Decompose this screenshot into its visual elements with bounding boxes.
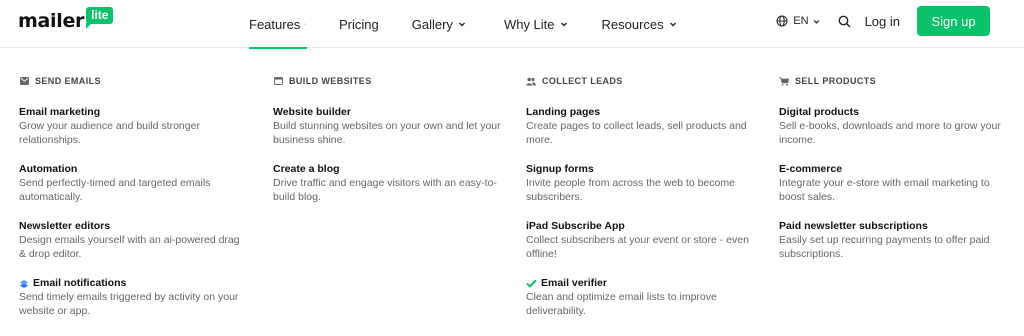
- mailerlite-logo[interactable]: mailer lite: [18, 7, 114, 34]
- browser-icon: [273, 76, 283, 86]
- menu-item-title: Email marketing: [19, 106, 101, 118]
- menu-item-desc: Clean and optimize email lists to improv…: [526, 291, 717, 317]
- menu-item-title: Digital products: [779, 106, 859, 118]
- menu-item-landing-pages[interactable]: Landing pages Create pages to collect le…: [526, 106, 756, 147]
- chevron-down-icon: [669, 22, 676, 27]
- menu-item-desc: Design emails yourself with an ai-powere…: [19, 234, 240, 260]
- language-selector[interactable]: EN: [776, 15, 825, 27]
- menu-item-signup-forms[interactable]: Signup forms Invite people from across t…: [526, 163, 756, 204]
- cart-icon: [779, 76, 789, 86]
- nav-pricing[interactable]: Pricing: [339, 0, 379, 48]
- menu-item-title: Newsletter editors: [19, 220, 111, 232]
- menu-item-title-row: Email verifier: [526, 277, 756, 290]
- menu-item-ipad-subscribe-app[interactable]: iPad Subscribe App Collect subscribers a…: [526, 220, 756, 261]
- menu-item-desc: Drive traffic and engage visitors with a…: [273, 177, 497, 203]
- logo-badge: lite: [86, 7, 114, 29]
- menu-item-automation[interactable]: Automation Send perfectly-timed and targ…: [19, 163, 249, 204]
- nav-gallery-label: Gallery: [411, 16, 453, 32]
- menu-item-title: Email notifications: [33, 277, 127, 289]
- globe-icon: [776, 15, 788, 27]
- menu-item-title: Paid newsletter subscriptions: [779, 220, 928, 232]
- menu-item-email-notifications[interactable]: Email notifications Send timely emails t…: [19, 277, 249, 318]
- column-heading: SELL PRODUCTS: [779, 76, 1009, 86]
- chevron-down-icon: [813, 19, 819, 24]
- menu-item-desc: Send timely emails triggered by activity…: [19, 291, 239, 317]
- layers-icon: [19, 279, 29, 289]
- column-sell-products: SELL PRODUCTS Digital products Sell e-bo…: [779, 76, 1009, 277]
- menu-item-title: Email verifier: [541, 277, 607, 289]
- menu-item-desc: Grow your audience and build stronger re…: [19, 120, 200, 146]
- header: mailer lite Features Pricing Gallery Why…: [0, 0, 1024, 49]
- envelope-icon: [19, 76, 29, 86]
- column-heading: SEND EMAILS: [19, 76, 249, 86]
- menu-item-title: Landing pages: [526, 106, 601, 118]
- logo-text: mailer: [18, 10, 85, 32]
- menu-item-desc: Easily set up recurring payments to offe…: [779, 234, 990, 260]
- menu-item-website-builder[interactable]: Website builder Build stunning websites …: [273, 106, 503, 147]
- column-heading-label: BUILD WEBSITES: [289, 76, 372, 86]
- menu-item-desc: Send perfectly-timed and targeted emails…: [19, 177, 211, 203]
- menu-item-digital-products[interactable]: Digital products Sell e-books, downloads…: [779, 106, 1009, 147]
- nav-resources-label: Resources: [601, 16, 664, 32]
- column-collect-leads: COLLECT LEADS Landing pages Create pages…: [526, 76, 756, 334]
- features-dropdown: SEND EMAILS Email marketing Grow your au…: [0, 48, 1024, 336]
- column-heading: BUILD WEBSITES: [273, 76, 503, 86]
- menu-item-email-verifier[interactable]: Email verifier Clean and optimize email …: [526, 277, 756, 318]
- nav-features[interactable]: Features: [249, 0, 307, 49]
- nav-gallery[interactable]: Gallery: [412, 0, 467, 48]
- language-label: EN: [793, 15, 809, 27]
- menu-item-title: E-commerce: [779, 163, 843, 175]
- menu-item-newsletter-editors[interactable]: Newsletter editors Design emails yoursel…: [19, 220, 249, 261]
- nav-resources[interactable]: Resources: [602, 0, 678, 48]
- menu-item-desc: Collect subscribers at your event or sto…: [526, 234, 749, 260]
- signup-button[interactable]: Sign up: [917, 6, 990, 36]
- chevron-down-icon: [458, 22, 465, 27]
- search-icon: [838, 15, 851, 28]
- menu-item-title-row: Email notifications: [19, 277, 249, 290]
- column-build-websites: BUILD WEBSITES Website builder Build stu…: [273, 76, 503, 220]
- main-nav: Features Pricing Gallery Why Lite Resour…: [249, 0, 678, 49]
- chevron-down-icon: [560, 22, 567, 27]
- nav-features-label: Features: [249, 16, 301, 32]
- menu-item-create-a-blog[interactable]: Create a blog Drive traffic and engage v…: [273, 163, 503, 204]
- column-send-emails: SEND EMAILS Email marketing Grow your au…: [19, 76, 249, 334]
- nav-pricing-label: Pricing: [339, 16, 379, 32]
- menu-item-desc: Create pages to collect leads, sell prod…: [526, 120, 747, 146]
- header-actions: EN Log in Sign up: [776, 6, 990, 36]
- menu-item-title: Create a blog: [273, 163, 340, 175]
- chevron-up-icon: [304, 23, 307, 25]
- menu-item-desc: Build stunning websites on your own and …: [273, 120, 501, 146]
- menu-item-paid-newsletter-subscriptions[interactable]: Paid newsletter subscriptions Easily set…: [779, 220, 1009, 261]
- menu-item-desc: Sell e-books, downloads and more to grow…: [779, 120, 1001, 146]
- menu-item-desc: Invite people from across the web to bec…: [526, 177, 735, 203]
- menu-item-email-marketing[interactable]: Email marketing Grow your audience and b…: [19, 106, 249, 147]
- column-heading-label: SELL PRODUCTS: [795, 76, 877, 86]
- checkmark-icon: [526, 279, 537, 288]
- menu-item-title: Signup forms: [526, 163, 594, 175]
- login-link[interactable]: Log in: [865, 14, 900, 29]
- menu-item-title: Website builder: [273, 106, 351, 118]
- nav-why-lite[interactable]: Why Lite: [504, 0, 569, 48]
- search-button[interactable]: [838, 15, 851, 28]
- users-icon: [526, 76, 536, 86]
- column-heading-label: COLLECT LEADS: [542, 76, 623, 86]
- column-heading-label: SEND EMAILS: [35, 76, 101, 86]
- column-heading: COLLECT LEADS: [526, 76, 756, 86]
- menu-item-title: Automation: [19, 163, 78, 175]
- nav-why-lite-label: Why Lite: [503, 16, 555, 32]
- menu-item-e-commerce[interactable]: E-commerce Integrate your e-store with e…: [779, 163, 1009, 204]
- menu-item-desc: Integrate your e-store with email market…: [779, 177, 990, 203]
- menu-item-title: iPad Subscribe App: [526, 220, 625, 232]
